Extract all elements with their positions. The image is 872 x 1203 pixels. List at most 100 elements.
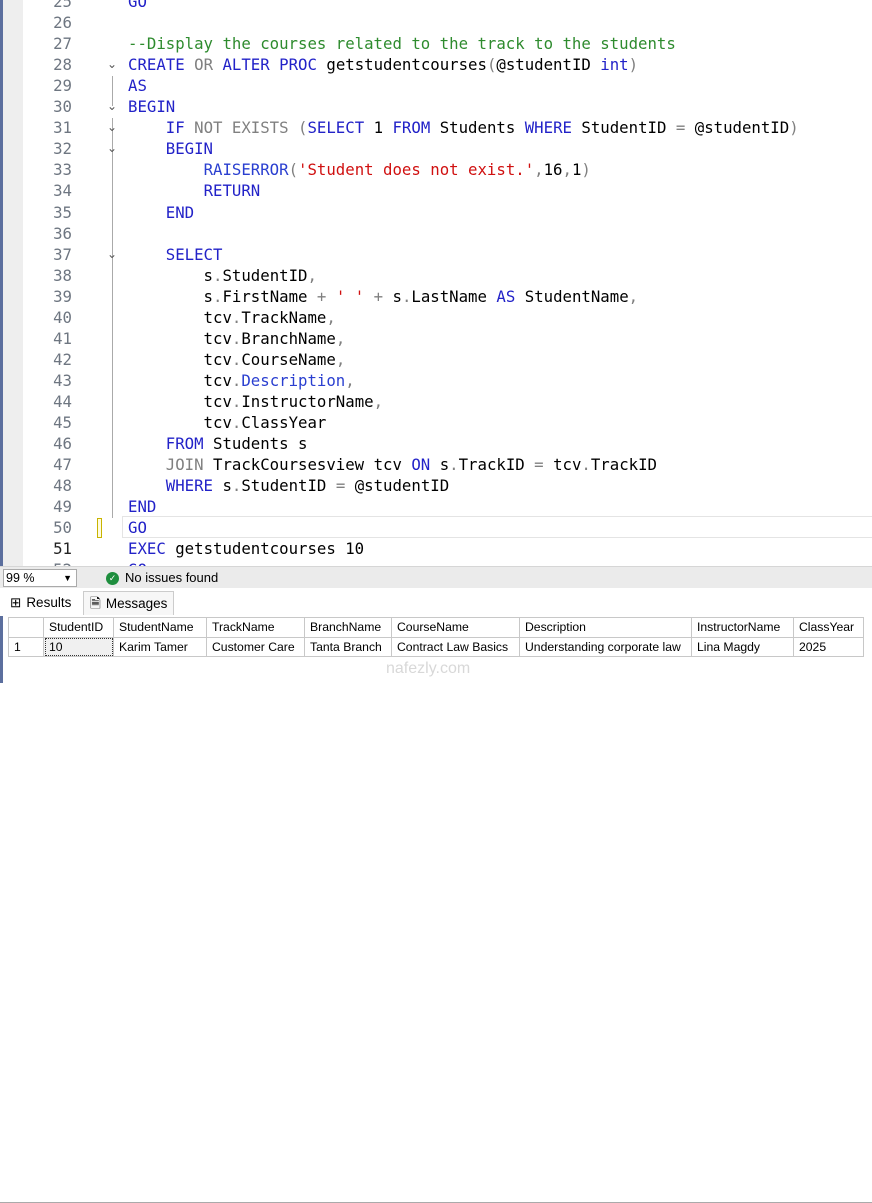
column-header[interactable]: TrackName [206,617,305,638]
line-number: 42 [53,349,72,369]
code-line[interactable]: GO [128,0,147,12]
code-token: RETURN [203,181,261,201]
row-number-header [8,617,44,638]
code-line[interactable]: GO [128,559,147,566]
code-token: = [534,455,554,475]
code-line[interactable]: tcv.CourseName, [128,349,346,370]
table-cell[interactable]: 2025 [793,636,864,657]
line-number: 31 [53,118,72,138]
code-token: WHERE [524,118,582,138]
table-row: 1 10 Karim Tamer Customer Care Tanta Branch C… [8,636,864,657]
code-token: RAISERROR [203,160,289,180]
zoom-value: 99 % [6,571,35,585]
table-cell[interactable]: Tanta Branch [304,636,392,657]
code-token: END [165,202,195,222]
code-token: s [439,455,450,475]
code-line[interactable]: IF NOT EXISTS (SELECT 1 FROM Students WH… [128,117,799,138]
table-cell[interactable]: Karim Tamer [113,636,207,657]
code-line[interactable]: FROM Students s [128,433,308,454]
column-header[interactable]: ClassYear [793,617,864,638]
column-header[interactable]: CourseName [391,617,520,638]
code-line[interactable]: --Display the courses related to the tra… [128,33,676,54]
column-header[interactable]: Description [519,617,692,638]
code-token: FirstName [222,286,317,306]
column-header[interactable]: BranchName [304,617,392,638]
code-line[interactable]: tcv.TrackName, [128,307,336,328]
code-token: , [326,307,336,327]
issues-indicator[interactable]: ✓ No issues found [106,569,218,587]
code-token: Students s [213,434,308,454]
code-token: FROM [165,434,214,454]
code-line[interactable]: s.StudentID, [128,265,317,286]
code-token: NOT EXISTS ( [194,118,308,138]
code-line[interactable]: END [128,202,194,223]
zoom-dropdown[interactable]: 99 % ▼ [3,569,77,587]
code-token: , [307,265,317,285]
code-line[interactable]: BEGIN [128,96,175,117]
code-token: + [316,286,336,306]
tab-messages[interactable]: 🗎 Messages [83,591,175,615]
code-token: , [345,370,355,390]
code-line[interactable]: WHERE s.StudentID = @studentID [128,475,449,496]
fold-chevron-icon[interactable]: ⌄ [106,96,118,117]
issues-text: No issues found [125,570,219,585]
column-header[interactable]: StudentID [43,617,114,638]
fold-chevron-icon[interactable]: ⌄ [106,138,118,159]
current-line-highlight [122,516,872,538]
code-token: SELECT [307,118,374,138]
fold-guide [112,118,113,518]
code-line[interactable]: JOIN TrackCoursesview tcv ON s.TrackID =… [128,454,657,475]
results-grid[interactable]: StudentID StudentName TrackName BranchName C… [8,617,864,657]
messages-icon: 🗎 [90,595,101,611]
row-number[interactable]: 1 [8,636,44,657]
code-line[interactable]: s.FirstName + ' ' + s.LastName AS Studen… [128,286,639,307]
code-token: ) [789,118,799,138]
table-cell[interactable]: Understanding corporate law [519,636,692,657]
code-token: + [373,286,393,306]
code-line[interactable]: GO [128,517,147,538]
fold-chevron-icon[interactable]: ⌄ [106,244,118,265]
line-number: 26 [53,13,72,33]
line-number: 51 [53,539,72,559]
code-line[interactable]: SELECT [128,244,223,265]
code-token: GO [128,0,147,11]
tab-results[interactable]: ⊞ Results [3,591,79,615]
code-token: . [231,391,242,411]
code-line[interactable]: tcv.BranchName, [128,328,346,349]
fold-chevron-icon[interactable]: ⌄ [106,54,118,75]
code-line[interactable]: tcv.InstructorName, [128,391,384,412]
line-number: 39 [53,286,72,306]
table-cell[interactable]: Contract Law Basics [391,636,520,657]
code-line[interactable]: RAISERROR('Student does not exist.',16,1… [128,159,591,180]
code-line[interactable]: tcv.Description, [128,370,355,391]
tab-label: Results [26,595,72,610]
query-editor[interactable]: 25 GO 26 27 --Display the courses related to… [0,0,872,566]
column-header[interactable]: InstructorName [691,617,794,638]
chevron-down-icon: ▼ [63,573,72,583]
code-token: TrackCoursesview tcv [213,455,412,475]
fold-chevron-icon[interactable]: ⌄ [106,117,118,138]
code-line[interactable]: tcv.ClassYear [128,412,327,433]
code-line[interactable]: END [128,496,156,517]
code-line[interactable]: AS [128,75,147,96]
table-cell[interactable]: Lina Magdy [691,636,794,657]
code-line[interactable]: CREATE OR ALTER PROC getstudentcourses(@… [128,54,638,75]
code-token: . [449,455,459,475]
watermark: nafezly.com [386,660,471,677]
code-token: s [222,476,232,496]
code-token: s [128,286,214,306]
code-line[interactable]: BEGIN [128,138,213,159]
table-cell[interactable]: Customer Care [206,636,305,657]
table-cell[interactable]: 10 [43,636,114,657]
line-number: 45 [53,413,72,432]
code-line[interactable]: RETURN [128,180,261,201]
code-token: . [231,476,242,496]
code-token: END [128,497,157,517]
column-header[interactable]: StudentName [113,617,207,638]
code-token: 1 [571,160,582,180]
code-line[interactable]: EXEC getstudentcourses 10 [128,538,364,559]
code-token: . [581,455,591,475]
